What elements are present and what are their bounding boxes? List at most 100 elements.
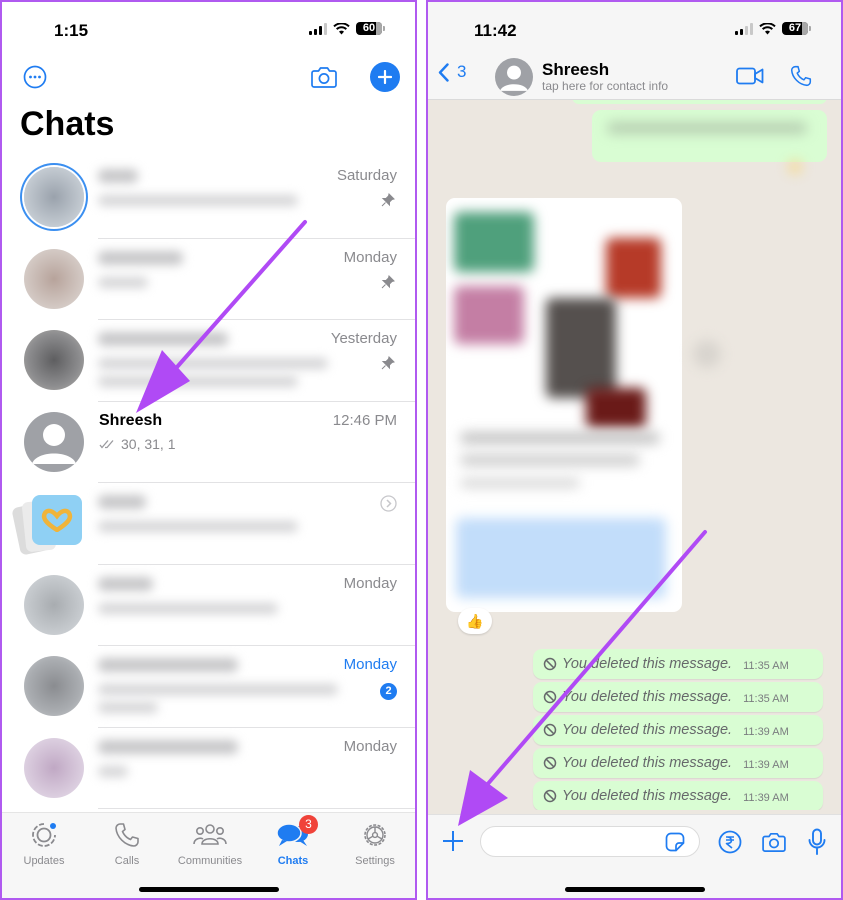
video-call-button[interactable]: [735, 64, 765, 88]
chat-row[interactable]: Monday: [2, 565, 415, 646]
deleted-message[interactable]: You deleted this message. 11:39 AM: [533, 715, 823, 745]
pin-icon: [381, 274, 395, 288]
camera-icon: [311, 67, 337, 88]
tab-settings[interactable]: Settings: [335, 819, 415, 867]
deleted-message[interactable]: You deleted this message. 11:35 AM: [533, 649, 823, 679]
deleted-message[interactable]: You deleted this message. 11:39 AM: [533, 781, 823, 810]
chat-row[interactable]: Monday: [2, 728, 415, 809]
avatar: [24, 167, 84, 227]
chevron-right-circle-icon[interactable]: [380, 495, 397, 512]
avatar: [24, 330, 84, 390]
message-composer: [428, 814, 841, 898]
chats-badge: 3: [299, 815, 318, 834]
voice-call-button[interactable]: [788, 64, 814, 88]
media-message[interactable]: [446, 198, 682, 612]
pin-icon: [381, 356, 395, 370]
status-bar: 1:15 60: [2, 2, 415, 58]
chat-preview: 30, 31, 1: [121, 435, 176, 452]
plus-icon: [443, 831, 463, 851]
wifi-icon: [759, 22, 776, 34]
more-options-button[interactable]: [22, 64, 48, 90]
phone-icon: [790, 65, 812, 87]
chat-name: Shreesh: [99, 411, 163, 429]
home-indicator: [564, 887, 705, 892]
voice-message-button[interactable]: [806, 827, 828, 857]
camera-button[interactable]: [310, 63, 338, 91]
home-indicator: [138, 887, 279, 892]
chat-row[interactable]: Yesterday: [2, 320, 415, 402]
sticker-button[interactable]: [664, 831, 686, 853]
rupee-icon: [718, 830, 742, 854]
chat-time: Saturday: [336, 167, 397, 184]
conversation-header: 11:42 67 3 Shreesh tap here for contact …: [428, 2, 841, 100]
sticker-icon: [665, 832, 685, 852]
status-time: 1:15: [54, 21, 89, 40]
chat-row-shreesh[interactable]: Shreesh 30, 31, 1 12:46 PM: [2, 402, 415, 483]
default-avatar-icon: [500, 65, 528, 91]
chat-time: Monday: [343, 656, 397, 673]
chat-list: Saturday Monday Yesterday Shreesh 30, 31…: [2, 157, 415, 809]
chat-row-channel[interactable]: [2, 483, 415, 565]
avatar: [24, 411, 84, 472]
cellular-signal-icon: [309, 22, 327, 35]
avatar: [24, 574, 84, 635]
chat-time: Monday: [343, 248, 397, 266]
chat-time: 12:46 PM: [332, 411, 397, 429]
double-check-icon: [99, 439, 114, 449]
prohibited-icon: [543, 723, 557, 737]
battery-icon: 67: [782, 22, 808, 35]
tab-updates[interactable]: Updates: [4, 819, 84, 867]
conversation-screen: 👍 You deleted this message. 11:35 AM You…: [426, 0, 843, 900]
chat-row[interactable]: Monday: [2, 239, 415, 320]
prohibited-icon: [543, 657, 557, 671]
avatar: [24, 656, 84, 716]
chat-time: Monday: [343, 737, 397, 755]
tab-communities[interactable]: Communities: [170, 819, 250, 867]
unread-badge: 2: [380, 683, 397, 700]
chevron-left-icon: [438, 62, 449, 82]
chat-time: Monday: [343, 574, 397, 592]
channel-avatar: [32, 495, 82, 545]
new-chat-button[interactable]: [370, 62, 400, 92]
page-title: Chats: [20, 105, 115, 143]
chat-row[interactable]: Monday 2: [2, 646, 415, 728]
deleted-message[interactable]: You deleted this message. 11:39 AM: [533, 748, 823, 778]
chats-screen: 1:15 60 Chats Saturday Monday Yesterday …: [0, 0, 417, 900]
battery-icon: 60: [356, 22, 382, 35]
wifi-icon: [333, 22, 350, 34]
tab-chats[interactable]: 3 Chats: [253, 815, 333, 867]
prohibited-icon: [543, 789, 557, 803]
pin-icon: [381, 193, 395, 207]
back-button[interactable]: 3: [438, 62, 466, 82]
status-time: 11:42: [474, 21, 517, 40]
prohibited-icon: [543, 690, 557, 704]
chat-time: Yesterday: [330, 330, 397, 347]
attach-button[interactable]: [440, 828, 466, 854]
prohibited-icon: [543, 756, 557, 770]
chat-row[interactable]: Saturday: [2, 157, 415, 239]
camera-icon: [762, 832, 786, 852]
contact-name[interactable]: Shreesh: [542, 60, 609, 80]
status-bar: 11:42 67: [428, 2, 841, 58]
payment-button[interactable]: [717, 829, 743, 855]
communities-icon: [193, 824, 227, 845]
tab-calls[interactable]: Calls: [87, 819, 167, 867]
default-avatar-icon: [32, 423, 76, 464]
avatar: [24, 737, 84, 798]
message-list: 👍 You deleted this message. 11:35 AM You…: [428, 100, 841, 810]
video-camera-icon: [736, 67, 764, 85]
ellipsis-circle-icon: [23, 65, 47, 89]
phone-icon: [115, 823, 139, 847]
avatar: [24, 248, 84, 309]
updates-icon: [32, 823, 56, 847]
contact-info-link[interactable]: tap here for contact info: [542, 79, 668, 93]
camera-button[interactable]: [760, 829, 788, 855]
tab-bar: Updates Calls Communities 3 Chats Settin…: [2, 812, 415, 898]
reaction-thumbs-up[interactable]: 👍: [458, 608, 492, 634]
contact-avatar[interactable]: [495, 58, 533, 96]
cellular-signal-icon: [735, 22, 753, 35]
plus-icon: [378, 70, 392, 84]
deleted-message[interactable]: You deleted this message. 11:35 AM: [533, 682, 823, 712]
unread-count: 3: [457, 62, 467, 81]
gear-icon: [364, 824, 386, 846]
